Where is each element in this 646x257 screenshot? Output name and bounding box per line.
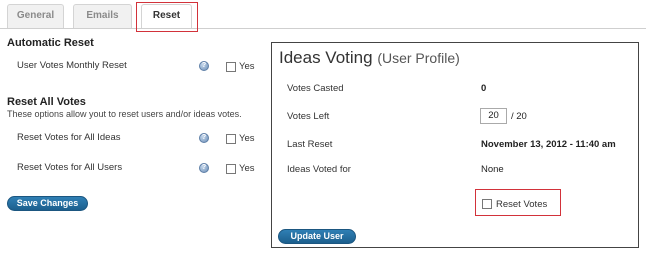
reset-users-checkbox[interactable]	[226, 164, 236, 174]
last-reset-value: November 13, 2012 - 11:40 am	[481, 139, 616, 150]
monthly-reset-yes-label: Yes	[239, 61, 255, 72]
monthly-reset-checkbox[interactable]	[226, 62, 236, 72]
reset-ideas-checkbox[interactable]	[226, 134, 236, 144]
user-profile-panel: Ideas Voting (User Profile) Votes Casted…	[271, 42, 639, 248]
reset-users-yes-label: Yes	[239, 163, 255, 174]
reset-votes-checkbox[interactable]	[482, 199, 492, 209]
tab-bar: General Emails Reset	[0, 0, 646, 30]
reset-all-votes-heading: Reset All Votes	[7, 96, 86, 108]
help-icon[interactable]: ?	[199, 163, 209, 173]
reset-users-label: Reset Votes for All Users	[17, 162, 123, 173]
tab-divider	[0, 28, 646, 29]
votes-left-total: / 20	[511, 111, 527, 122]
automatic-reset-heading: Automatic Reset	[7, 37, 94, 49]
votes-casted-label: Votes Casted	[287, 83, 344, 94]
help-icon[interactable]: ?	[199, 61, 209, 71]
reset-all-description: These options allow yout to reset users …	[7, 109, 242, 119]
tab-general[interactable]: General	[7, 4, 64, 28]
reset-ideas-yes-label: Yes	[239, 133, 255, 144]
votes-left-label: Votes Left	[287, 111, 330, 122]
votes-casted-value: 0	[481, 83, 487, 94]
profile-subtitle: (User Profile)	[377, 50, 460, 66]
save-changes-button[interactable]: Save Changes	[7, 196, 88, 211]
reset-ideas-label: Reset Votes for All Ideas	[17, 132, 121, 143]
votes-left-input[interactable]: 20	[480, 108, 507, 124]
tab-emails[interactable]: Emails	[73, 4, 132, 28]
update-user-button[interactable]: Update User	[278, 229, 356, 244]
last-reset-label: Last Reset	[287, 139, 333, 150]
reset-votes-label: Reset Votes	[496, 199, 548, 210]
profile-title-text: Ideas Voting	[279, 48, 373, 67]
ideas-voted-label: Ideas Voted for	[287, 164, 351, 175]
profile-title: Ideas Voting (User Profile)	[279, 48, 460, 68]
tab-highlight-box	[136, 2, 198, 32]
ideas-voted-value: None	[481, 164, 504, 175]
monthly-reset-label: User Votes Monthly Reset	[17, 60, 127, 71]
help-icon[interactable]: ?	[199, 133, 209, 143]
